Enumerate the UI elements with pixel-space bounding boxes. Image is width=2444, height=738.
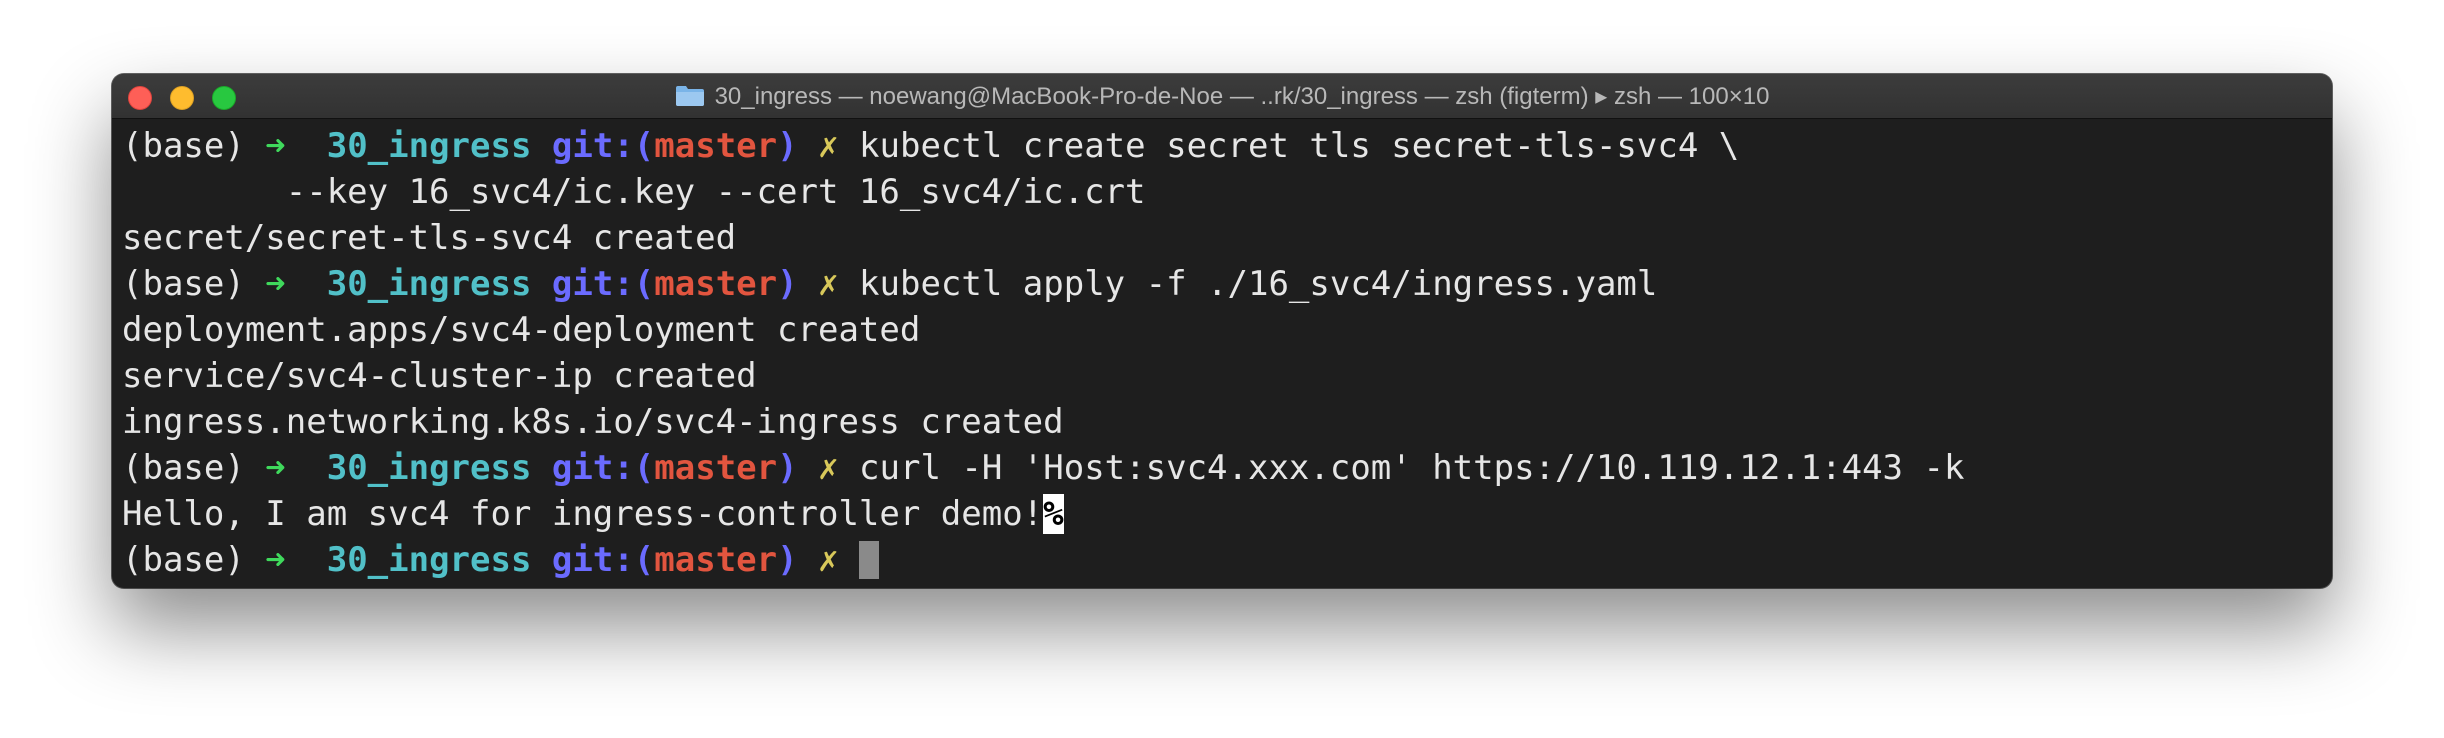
output-text: secret/secret-tls-svc4 created xyxy=(122,218,737,258)
prompt-git-close: ) xyxy=(777,448,798,488)
prompt-arrow-icon: ➜ xyxy=(265,126,286,166)
prompt-line: (base) ➜ 30_ingress git:(master) ✗ curl … xyxy=(122,445,2332,491)
prompt-branch: master xyxy=(654,540,778,580)
prompt-env: (base) xyxy=(122,540,266,580)
prompt-env: (base) xyxy=(122,126,266,166)
output-text: deployment.apps/svc4-deployment created xyxy=(122,310,921,350)
prompt-directory: 30_ingress xyxy=(326,540,532,580)
prompt-git-label: git:( xyxy=(551,264,655,304)
prompt-env: (base) xyxy=(122,264,266,304)
output-line: Hello, I am svc4 for ingress-controller … xyxy=(122,491,2332,537)
output-line: secret/secret-tls-svc4 created xyxy=(122,215,2332,261)
prompt-env: (base) xyxy=(122,448,266,488)
prompt-git-label: git:( xyxy=(551,126,655,166)
prompt-git-label: git:( xyxy=(551,448,655,488)
command-text: kubectl apply -f ./16_svc4/ingress.yaml xyxy=(859,264,1658,304)
window-title-text: 30_ingress — noewang@MacBook-Pro-de-Noe … xyxy=(714,82,1770,110)
prompt-git-close: ) xyxy=(777,126,798,166)
prompt-line: (base) ➜ 30_ingress git:(master) ✗ kubec… xyxy=(122,123,2332,169)
prompt-dirty-icon: ✗ xyxy=(818,126,839,166)
title-bar[interactable]: 30_ingress — noewang@MacBook-Pro-de-Noe … xyxy=(112,74,2332,119)
prompt-arrow-icon: ➜ xyxy=(265,540,286,580)
prompt-git-close: ) xyxy=(777,540,798,580)
output-line: --key 16_svc4/ic.key --cert 16_svc4/ic.c… xyxy=(122,169,2332,215)
folder-icon xyxy=(675,86,704,106)
output-text: --key 16_svc4/ic.key --cert 16_svc4/ic.c… xyxy=(122,172,1146,212)
output-line: service/svc4-cluster-ip created xyxy=(122,353,2332,399)
output-text: ingress.networking.k8s.io/svc4-ingress c… xyxy=(122,402,1064,442)
prompt-git-close: ) xyxy=(777,264,798,304)
prompt-line: (base) ➜ 30_ingress git:(master) ✗ kubec… xyxy=(122,261,2332,307)
command-text: kubectl create secret tls secret-tls-svc… xyxy=(859,126,1740,166)
terminal-window: 30_ingress — noewang@MacBook-Pro-de-Noe … xyxy=(112,74,2332,588)
prompt-directory: 30_ingress xyxy=(326,448,532,488)
no-newline-marker: % xyxy=(1043,494,1064,534)
prompt-arrow-icon: ➜ xyxy=(265,264,286,304)
prompt-branch: master xyxy=(654,448,778,488)
prompt-dirty-icon: ✗ xyxy=(818,448,839,488)
output-line: ingress.networking.k8s.io/svc4-ingress c… xyxy=(122,399,2332,445)
output-text: Hello, I am svc4 for ingress-controller … xyxy=(122,494,1044,534)
prompt-line: (base) ➜ 30_ingress git:(master) ✗ xyxy=(122,537,2332,583)
output-text: service/svc4-cluster-ip created xyxy=(122,356,757,396)
terminal-output[interactable]: (base) ➜ 30_ingress git:(master) ✗ kubec… xyxy=(112,119,2332,583)
prompt-branch: master xyxy=(654,126,778,166)
output-line: deployment.apps/svc4-deployment created xyxy=(122,307,2332,353)
prompt-branch: master xyxy=(654,264,778,304)
prompt-arrow-icon: ➜ xyxy=(265,448,286,488)
window-title: 30_ingress — noewang@MacBook-Pro-de-Noe … xyxy=(112,74,2332,118)
prompt-git-label: git:( xyxy=(551,540,655,580)
command-text: curl -H 'Host:svc4.xxx.com' https://10.1… xyxy=(859,448,1965,488)
prompt-dirty-icon: ✗ xyxy=(818,264,839,304)
prompt-directory: 30_ingress xyxy=(326,126,532,166)
text-cursor xyxy=(859,541,880,579)
prompt-directory: 30_ingress xyxy=(326,264,532,304)
prompt-dirty-icon: ✗ xyxy=(818,540,839,580)
